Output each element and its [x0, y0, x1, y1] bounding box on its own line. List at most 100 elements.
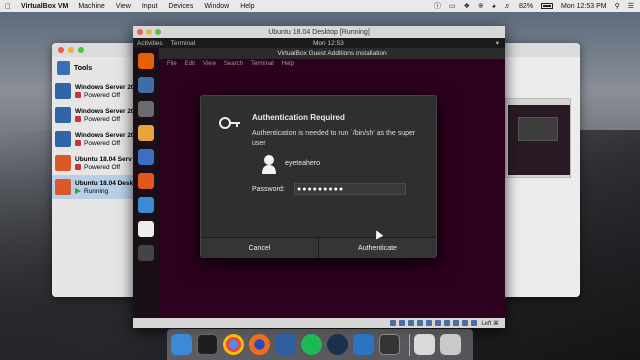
terminal-menu-file[interactable]: File [167, 61, 177, 67]
menubar-clock[interactable]: Mon 12:53 PM [561, 3, 607, 10]
vm-window-icon[interactable] [379, 334, 400, 355]
vm-list-item[interactable]: Windows Server 20 Powered Off [52, 79, 135, 103]
thunderbird-icon[interactable] [138, 77, 154, 93]
password-input[interactable]: ●●●●●●●●● [294, 183, 406, 195]
terminal-app-menu[interactable]: Terminal [171, 40, 196, 47]
vm-list-item-selected[interactable]: Ubuntu 18.04 Desk Running [52, 175, 133, 199]
menu-devices[interactable]: Devices [168, 3, 193, 10]
authenticate-button[interactable]: Authenticate [318, 238, 436, 258]
info-icon[interactable]: ⓘ [434, 1, 441, 11]
vm-list-item[interactable]: Windows Server 20 Powered Off [52, 103, 135, 127]
vm-minimize-button[interactable] [146, 29, 152, 35]
battery-percent[interactable]: 82% [519, 3, 533, 10]
terminal-menu-view[interactable]: View [203, 61, 216, 67]
vm-list-sidebar: Tools Windows Server 20 Powered Off Wind… [52, 57, 135, 297]
system-menu-icon[interactable]: ▾ [496, 39, 499, 47]
apple-menu-icon[interactable]:  [5, 2, 15, 11]
downloads-icon[interactable] [414, 334, 435, 355]
vm-name: Windows Server 20 [75, 107, 135, 115]
amazon-icon[interactable] [138, 221, 154, 237]
terminal-menu-terminal[interactable]: Terminal [251, 61, 274, 67]
firefox-icon[interactable] [138, 53, 154, 69]
audio-icon[interactable] [408, 320, 415, 326]
terminal-icon[interactable] [197, 334, 218, 355]
recording-icon[interactable] [453, 320, 460, 326]
spotlight-icon[interactable]: ⚲ [615, 2, 620, 10]
preview-dialog [518, 117, 558, 141]
terminal-menu-help[interactable]: Help [282, 61, 294, 67]
help-icon[interactable] [138, 197, 154, 213]
spotify-icon[interactable] [301, 334, 322, 355]
volume-icon[interactable]: ♬ [504, 3, 511, 10]
windows-vm-icon [55, 131, 71, 147]
password-label: Password: [252, 186, 285, 193]
dock-separator [409, 333, 410, 356]
trash-icon[interactable] [440, 334, 461, 355]
ubuntu-vm-icon [55, 155, 71, 171]
writer-icon[interactable] [138, 149, 154, 165]
menu-machine[interactable]: Machine [78, 3, 104, 10]
firefox-icon[interactable] [249, 334, 270, 355]
vm-status: Powered Off [84, 163, 121, 171]
display-icon[interactable] [444, 320, 451, 326]
vm-preview [505, 98, 571, 178]
powered-off-icon [75, 164, 81, 170]
bluetooth-icon[interactable]: ※ [478, 2, 484, 10]
vm-close-button[interactable] [137, 29, 143, 35]
airplay-icon[interactable]: ▭ [449, 2, 456, 10]
menu-window[interactable]: Window [204, 3, 229, 10]
close-button[interactable] [58, 47, 64, 53]
rhythmbox-icon[interactable] [138, 125, 154, 141]
dialog-title: Authentication Required [252, 113, 345, 122]
cpu-icon[interactable] [462, 320, 469, 326]
terminal-menu-edit[interactable]: Edit [185, 61, 195, 67]
finder-icon[interactable] [171, 334, 192, 355]
menu-input[interactable]: Input [142, 3, 158, 10]
vm-name: Ubuntu 18.04 Desk [75, 179, 134, 187]
show-apps-icon[interactable] [138, 245, 154, 261]
app-menu[interactable]: VirtualBox VM [21, 3, 68, 10]
dropbox-icon[interactable]: ❖ [464, 2, 470, 10]
optical-drive-icon[interactable] [399, 320, 406, 326]
ubuntu-clock[interactable]: Mon 12:53 [313, 40, 344, 47]
powered-off-icon [75, 140, 81, 146]
files-icon[interactable] [138, 101, 154, 117]
terminal-title: VirtualBox Guest Additions installation [159, 48, 505, 59]
running-icon [75, 188, 81, 194]
powered-off-icon [75, 116, 81, 122]
vm-name: Windows Server 20 [75, 131, 135, 139]
virtualbox-icon[interactable] [275, 334, 296, 355]
vm-list-item[interactable]: Ubuntu 18.04 Serv Powered Off [52, 151, 133, 175]
tools-item[interactable]: Tools [52, 57, 133, 79]
menu-view[interactable]: View [116, 3, 131, 10]
vm-status: Powered Off [84, 115, 121, 123]
wifi-icon[interactable]: ◕ [492, 3, 496, 10]
hdd-icon[interactable] [390, 320, 397, 326]
cancel-button[interactable]: Cancel [201, 238, 318, 258]
menu-help[interactable]: Help [240, 3, 254, 10]
windows-vm-icon [55, 83, 71, 99]
ubuntu-vm-icon [55, 179, 71, 195]
dialog-message: Authentication is needed to run `/bin/sh… [252, 130, 416, 147]
terminal-menu-search[interactable]: Search [224, 61, 243, 67]
minimize-button[interactable] [68, 47, 74, 53]
steam-icon[interactable] [327, 334, 348, 355]
mouse-integration-icon[interactable] [471, 320, 478, 326]
vm-zoom-button[interactable] [155, 29, 161, 35]
usb-icon[interactable] [426, 320, 433, 326]
activities-button[interactable]: Activities [137, 40, 163, 47]
zoom-button[interactable] [78, 47, 84, 53]
battery-icon[interactable] [541, 3, 554, 9]
software-icon[interactable] [138, 173, 154, 189]
host-key-label: Left ⌘ [481, 320, 499, 327]
network-icon[interactable] [417, 320, 424, 326]
username-label: eyeteahero [285, 160, 321, 167]
vm-name: Ubuntu 18.04 Serv [75, 155, 132, 163]
vm-list-item[interactable]: Windows Server 20 Powered Off [52, 127, 135, 151]
shared-folder-icon[interactable] [435, 320, 442, 326]
notification-center-icon[interactable]: ☰ [628, 2, 634, 10]
vscode-icon[interactable] [353, 334, 374, 355]
chrome-icon[interactable] [223, 334, 244, 355]
key-icon [219, 117, 240, 129]
tools-label: Tools [74, 64, 93, 72]
